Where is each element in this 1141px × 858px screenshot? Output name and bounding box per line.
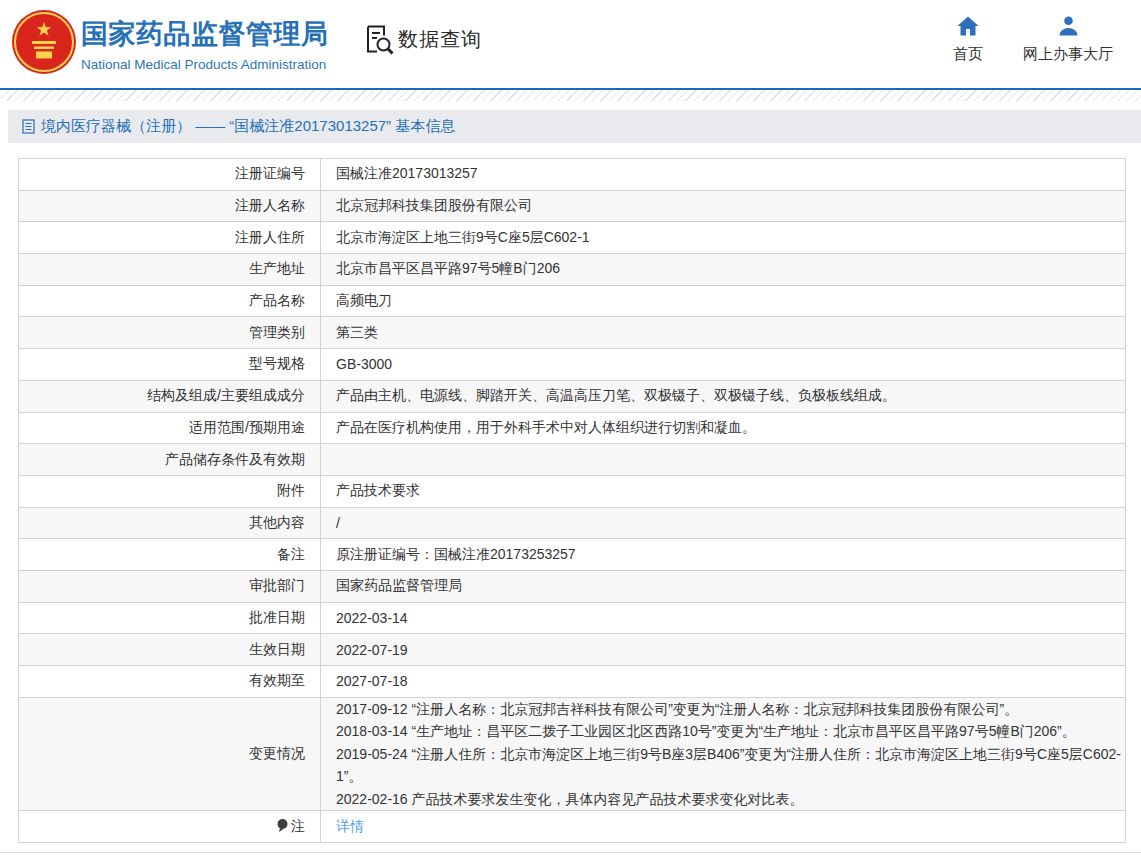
brand: 国家药品监督管理局 National Medical Products Admi… <box>81 16 329 72</box>
detail-link[interactable]: 详情 <box>336 818 364 834</box>
table-row: 管理类别第三类 <box>19 317 1126 349</box>
table-row: 适用范围/预期用途产品在医疗机构使用，用于外科手术中对人体组织进行切割和凝血。 <box>19 412 1126 444</box>
row-label: 其他内容 <box>19 507 321 539</box>
document-icon <box>22 119 35 134</box>
row-label: 产品名称 <box>19 285 321 317</box>
row-value: GB-3000 <box>321 349 1126 381</box>
row-label: 产品储存条件及有效期 <box>19 444 321 476</box>
row-value: 高频电刀 <box>321 285 1126 317</box>
page-title-bar: 境内医疗器械（注册） —— “国械注准20173013257” 基本信息 <box>8 110 1141 143</box>
row-value: 原注册证编号：国械注准20173253257 <box>321 539 1126 571</box>
note-balloon-icon <box>277 819 288 832</box>
change-line: 2018-03-14 “生产地址：昌平区二拨子工业园区北区西路10号”变更为“生… <box>336 720 1121 743</box>
table-row: 批准日期2022-03-14 <box>19 602 1126 634</box>
site-header: 国家药品监督管理局 National Medical Products Admi… <box>0 0 1141 88</box>
nav-service-hall-label[interactable]: 网上办事大厅 <box>1013 45 1123 64</box>
table-row: 有效期至2027-07-18 <box>19 666 1126 698</box>
row-label: 附件 <box>19 475 321 507</box>
row-value: 产品在医疗机构使用，用于外科手术中对人体组织进行切割和凝血。 <box>321 412 1126 444</box>
change-line: 2019-05-24 “注册人住所：北京市海淀区上地三街9号B座3层B406”变… <box>336 743 1121 788</box>
table-row: 结构及组成/主要组成成分产品由主机、电源线、脚踏开关、高温高压刀笔、双极镊子、双… <box>19 380 1126 412</box>
row-label: 注册证编号 <box>19 159 321 191</box>
row-value: 2022-03-14 <box>321 602 1126 634</box>
row-label: 变更情况 <box>19 697 321 811</box>
row-value: 产品技术要求 <box>321 475 1126 507</box>
change-line: 2022-02-16 产品技术要求发生变化，具体内容见产品技术要求变化对比表。 <box>336 788 1121 811</box>
row-value: / <box>321 507 1126 539</box>
nmpa-emblem-logo <box>11 8 77 78</box>
table-row: 产品名称高频电刀 <box>19 285 1126 317</box>
nav-home-label[interactable]: 首页 <box>938 45 998 64</box>
table-row: 注册证编号国械注准20173013257 <box>19 159 1126 191</box>
nav-service-hall[interactable]: 网上办事大厅 <box>1013 16 1123 64</box>
row-value: 国家药品监督管理局 <box>321 570 1126 602</box>
row-label: 注册人住所 <box>19 222 321 254</box>
table-row: 附件产品技术要求 <box>19 475 1126 507</box>
data-query-section: 数据查询 <box>362 23 482 56</box>
table-row: 审批部门国家药品监督管理局 <box>19 570 1126 602</box>
table-row: 产品储存条件及有效期 <box>19 444 1126 476</box>
data-query-icon <box>362 23 395 56</box>
row-value: 北京市海淀区上地三街9号C座5层C602-1 <box>321 222 1126 254</box>
row-label: 生产地址 <box>19 254 321 286</box>
row-label: 适用范围/预期用途 <box>19 412 321 444</box>
row-label: 注册人名称 <box>19 190 321 222</box>
table-row-note: 注 详情 <box>19 811 1126 843</box>
table-row: 生效日期2022-07-19 <box>19 634 1126 666</box>
data-query-label: 数据查询 <box>398 26 482 53</box>
row-value: 产品由主机、电源线、脚踏开关、高温高压刀笔、双极镊子、双极镊子线、负极板线组成。 <box>321 380 1126 412</box>
table-row: 其他内容/ <box>19 507 1126 539</box>
row-value: 2027-07-18 <box>321 666 1126 698</box>
row-label: 批准日期 <box>19 602 321 634</box>
table-row: 注册人名称北京冠邦科技集团股份有限公司 <box>19 190 1126 222</box>
nav-home[interactable]: 首页 <box>938 16 998 64</box>
brand-title-cn: 国家药品监督管理局 <box>81 16 329 52</box>
registration-detail-table: 注册证编号国械注准20173013257 注册人名称北京冠邦科技集团股份有限公司… <box>18 158 1126 843</box>
row-label: 结构及组成/主要组成成分 <box>19 380 321 412</box>
row-value: 北京市昌平区昌平路97号5幢B门206 <box>321 254 1126 286</box>
table-row: 生产地址北京市昌平区昌平路97号5幢B门206 <box>19 254 1126 286</box>
home-icon <box>957 16 979 36</box>
row-value: 国械注准20173013257 <box>321 159 1126 191</box>
row-value: 第三类 <box>321 317 1126 349</box>
hatch-stripe <box>0 90 1141 101</box>
row-label: 注 <box>19 811 321 843</box>
change-line: 2017-09-12 “注册人名称：北京冠邦吉祥科技有限公司”变更为“注册人名称… <box>336 698 1121 721</box>
row-value <box>321 444 1126 476</box>
row-label: 管理类别 <box>19 317 321 349</box>
row-label: 有效期至 <box>19 666 321 698</box>
row-value: 北京冠邦科技集团股份有限公司 <box>321 190 1126 222</box>
row-label: 型号规格 <box>19 349 321 381</box>
row-label: 备注 <box>19 539 321 571</box>
row-value: 详情 <box>321 811 1126 843</box>
page-title: 境内医疗器械（注册） —— “国械注准20173013257” 基本信息 <box>41 117 455 136</box>
user-icon <box>1058 16 1079 36</box>
row-label: 审批部门 <box>19 570 321 602</box>
row-label: 生效日期 <box>19 634 321 666</box>
table-row: 备注原注册证编号：国械注准20173253257 <box>19 539 1126 571</box>
footer-divider <box>0 852 1141 853</box>
table-row: 型号规格GB-3000 <box>19 349 1126 381</box>
brand-title-en: National Medical Products Administration <box>81 57 329 72</box>
row-value: 2022-07-19 <box>321 634 1126 666</box>
row-value-changes: 2017-09-12 “注册人名称：北京冠邦吉祥科技有限公司”变更为“注册人名称… <box>321 697 1126 811</box>
table-row: 注册人住所北京市海淀区上地三街9号C座5层C602-1 <box>19 222 1126 254</box>
table-row-changes: 变更情况 2017-09-12 “注册人名称：北京冠邦吉祥科技有限公司”变更为“… <box>19 697 1126 811</box>
